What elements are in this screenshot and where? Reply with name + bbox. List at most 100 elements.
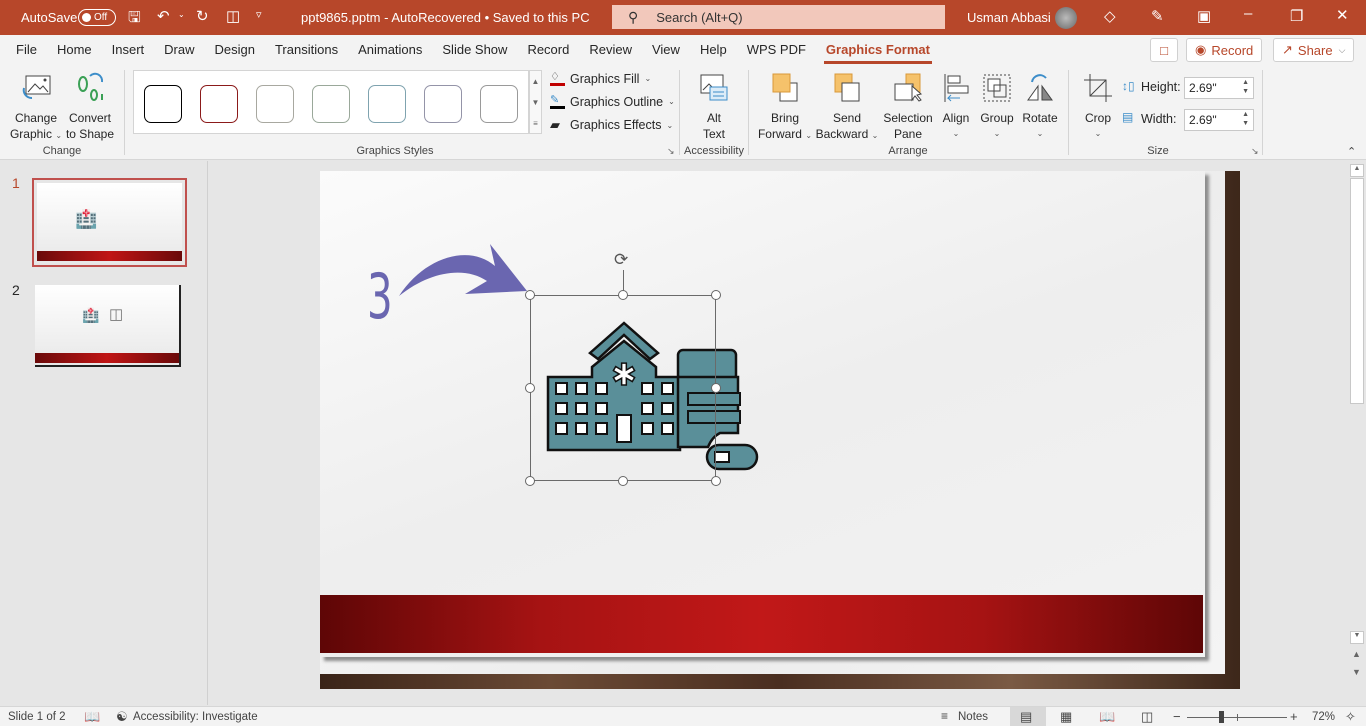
resize-handle-bottom[interactable]	[618, 476, 628, 486]
align-button[interactable]: Align ⌄	[936, 70, 976, 142]
style-swatch-4[interactable]	[312, 85, 350, 123]
crop-button[interactable]: Crop ⌄	[1076, 70, 1120, 142]
curved-arrow-icon[interactable]	[395, 236, 530, 301]
chevron-down-icon: ⌄	[952, 129, 960, 138]
undo-icon[interactable]: ↶	[157, 7, 170, 25]
tab-graphics-format[interactable]: Graphics Format	[816, 35, 940, 65]
height-input[interactable]: 2.69" ▲ ▼	[1184, 77, 1254, 99]
zoom-out-button[interactable]: −	[1173, 709, 1181, 724]
resize-handle-top-right[interactable]	[711, 290, 721, 300]
slide-thumbnails-pane: 1 🏥 2 🏥 ◫	[0, 161, 208, 705]
dialog-launcher-icon[interactable]: ↘	[667, 146, 675, 157]
group-button[interactable]: Group ⌄	[976, 70, 1018, 142]
tab-transitions[interactable]: Transitions	[265, 35, 348, 65]
save-icon[interactable]: 🖫	[128, 7, 141, 32]
tab-design[interactable]: Design	[205, 35, 265, 65]
style-swatch-5[interactable]	[368, 85, 406, 123]
style-swatch-6[interactable]	[424, 85, 462, 123]
close-icon[interactable]: ✕	[1336, 6, 1349, 24]
tab-record[interactable]: Record	[517, 35, 579, 65]
gallery-up-icon[interactable]: ▲	[530, 71, 541, 92]
normal-view-icon[interactable]: ▤	[1020, 709, 1032, 725]
resize-handle-top-left[interactable]	[525, 290, 535, 300]
autosave-toggle[interactable]: Off	[78, 9, 116, 26]
resize-handle-top[interactable]	[618, 290, 628, 300]
gallery-down-icon[interactable]: ▼	[530, 92, 541, 113]
customize-toolbar-icon[interactable]: ▿	[256, 8, 262, 21]
slide-sorter-icon[interactable]: ▦	[1060, 709, 1072, 725]
premium-diamond-icon[interactable]: ◇	[1104, 7, 1116, 25]
dialog-launcher-icon[interactable]: ↘	[1251, 146, 1259, 157]
designer-pen-icon[interactable]: ✎	[1151, 7, 1164, 25]
minimize-icon[interactable]: –	[1244, 5, 1252, 22]
send-backward-button[interactable]: Send Backward ⌄	[814, 70, 880, 144]
tab-review[interactable]: Review	[579, 35, 642, 65]
bring-forward-button[interactable]: Bring Forward ⌄	[756, 70, 814, 144]
change-graphic-button[interactable]: Change Graphic ⌄	[8, 70, 64, 144]
scroll-thumb[interactable]	[1350, 178, 1364, 404]
next-slide-icon[interactable]: ▼	[1352, 667, 1361, 677]
undo-dropdown-icon[interactable]: ⌄	[178, 10, 185, 19]
resize-handle-bottom-left[interactable]	[525, 476, 535, 486]
gallery-more-icon[interactable]: ≡	[530, 113, 541, 134]
style-swatch-3[interactable]	[256, 85, 294, 123]
restore-icon[interactable]: ❐	[1290, 7, 1303, 25]
fit-to-window-icon[interactable]: ✧	[1345, 709, 1356, 725]
tab-animations[interactable]: Animations	[348, 35, 432, 65]
convert-to-shape-button[interactable]: Convert to Shape	[64, 70, 116, 142]
notes-icon[interactable]: ≡	[941, 709, 948, 723]
redo-icon[interactable]: ↻	[196, 7, 209, 25]
style-swatch-7[interactable]	[480, 85, 518, 123]
tab-slide-show[interactable]: Slide Show	[432, 35, 517, 65]
tab-insert[interactable]: Insert	[102, 35, 155, 65]
present-icon[interactable]: ◫	[226, 7, 240, 25]
width-icon: ▤	[1122, 110, 1134, 124]
thumbnail-slide-1[interactable]: 🏥	[32, 178, 187, 267]
convert-label-1: Convert	[68, 111, 112, 125]
style-swatch-1[interactable]	[144, 85, 182, 123]
accessibility-status[interactable]: Accessibility: Investigate	[133, 711, 258, 723]
slideshow-view-icon[interactable]: ◫	[1141, 709, 1153, 725]
previous-slide-icon[interactable]: ▲	[1352, 649, 1361, 659]
zoom-level[interactable]: 72%	[1312, 711, 1335, 723]
share-button[interactable]: ↗ Share ⌵	[1273, 38, 1355, 62]
reading-view-icon[interactable]: 📖	[1099, 709, 1115, 725]
notes-button[interactable]: Notes	[958, 711, 988, 723]
graphics-effects-button[interactable]: ▰ Graphics Effects ⌄	[550, 117, 673, 133]
graphics-outline-button[interactable]: ✎ Graphics Outline ⌄	[550, 94, 675, 109]
graphics-fill-button[interactable]: ♢ Graphics Fill ⌄	[550, 71, 651, 86]
search-box[interactable]: ⚲ Search (Alt+Q)	[612, 5, 945, 29]
style-swatch-2[interactable]	[200, 85, 238, 123]
tab-wps-pdf[interactable]: WPS PDF	[737, 35, 816, 65]
tab-file[interactable]: File	[6, 35, 47, 65]
tab-draw[interactable]: Draw	[154, 35, 204, 65]
ribbon-display-icon[interactable]: ▣	[1197, 7, 1211, 25]
zoom-in-button[interactable]: +	[1290, 709, 1298, 724]
selection-pane-icon	[880, 70, 936, 106]
vertical-scrollbar[interactable]: ▲ ▼ ▲ ▼	[1349, 161, 1366, 705]
thumbnail-slide-2[interactable]: 🏥 ◫	[35, 285, 183, 369]
width-spinner-icon[interactable]: ▲ ▼	[1242, 110, 1249, 128]
alt-text-button[interactable]: Alt Text	[690, 70, 738, 142]
avatar[interactable]	[1055, 7, 1077, 29]
record-button[interactable]: ◉ Record	[1186, 38, 1263, 62]
collapse-ribbon-icon[interactable]: ⌃	[1347, 145, 1356, 158]
step-number[interactable]: 3	[367, 260, 393, 333]
selection-pane-button[interactable]: Selection Pane	[880, 70, 936, 142]
tab-view[interactable]: View	[642, 35, 690, 65]
comments-button[interactable]: □	[1150, 38, 1178, 62]
width-input[interactable]: 2.69" ▲ ▼	[1184, 109, 1254, 131]
height-spinner-icon[interactable]: ▲ ▼	[1242, 78, 1249, 96]
tab-help[interactable]: Help	[690, 35, 737, 65]
tab-home[interactable]: Home	[47, 35, 102, 65]
scroll-up-icon[interactable]: ▲	[1350, 164, 1364, 177]
zoom-slider-thumb[interactable]	[1219, 711, 1225, 723]
rotate-button[interactable]: Rotate ⌄	[1018, 70, 1062, 142]
resize-handle-bottom-right[interactable]	[711, 476, 721, 486]
resize-handle-right[interactable]	[711, 383, 721, 393]
accessibility-icon[interactable]: ☯	[116, 709, 128, 725]
scroll-down-icon[interactable]: ▼	[1350, 631, 1364, 644]
rotate-handle-icon[interactable]: ⟳	[614, 250, 628, 270]
resize-handle-left[interactable]	[525, 383, 535, 393]
spell-check-icon[interactable]: 📖	[84, 709, 100, 725]
